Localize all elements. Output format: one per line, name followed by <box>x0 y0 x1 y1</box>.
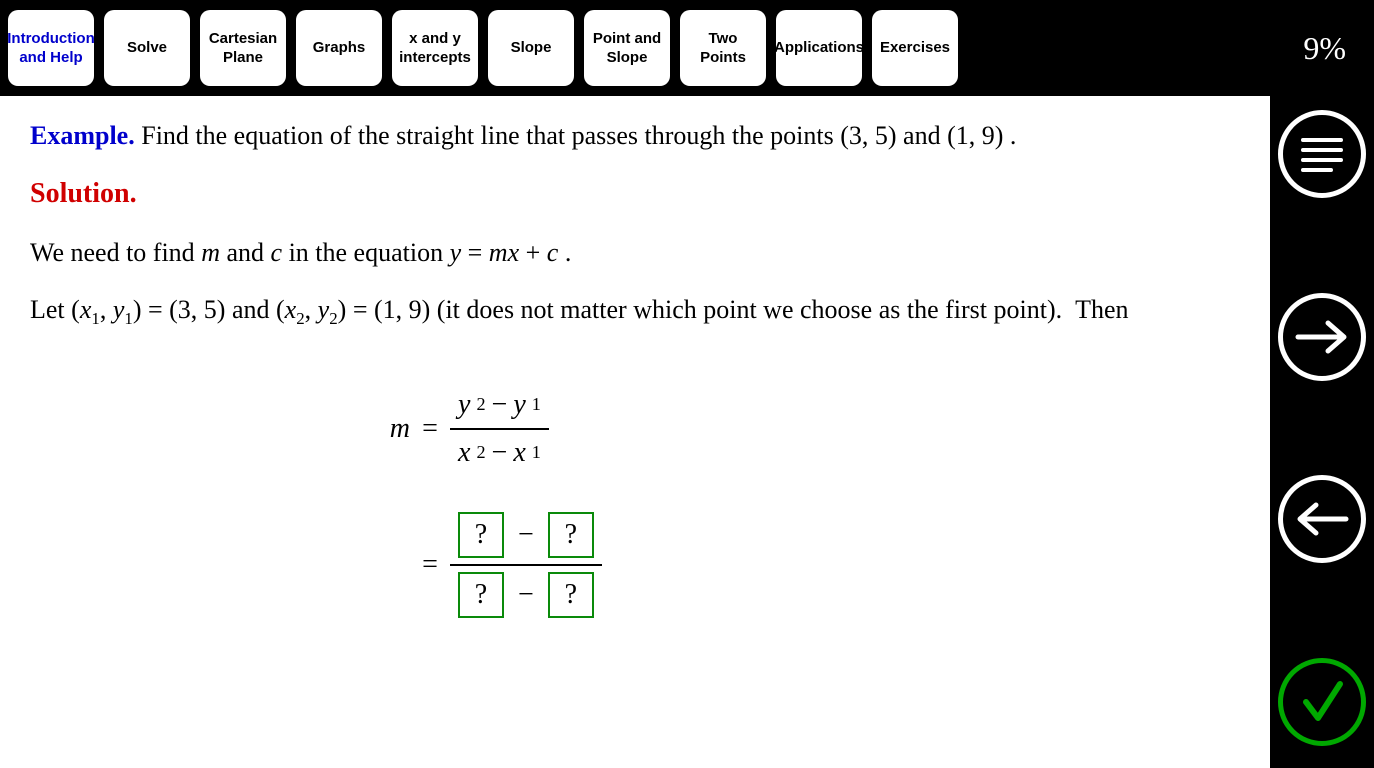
right-sidebar <box>1270 96 1374 768</box>
eq-c: c <box>547 238 559 267</box>
content-area: Example. Find the equation of the straig… <box>0 96 1270 768</box>
menu-icon <box>1297 134 1347 174</box>
variable-m: m <box>360 408 410 450</box>
solution-line-1: We need to find m and c in the equation … <box>30 233 1240 272</box>
back-button[interactable] <box>1278 475 1366 563</box>
text-fragment: We need to find <box>30 238 201 267</box>
tab-solve[interactable]: Solve <box>104 10 190 86</box>
example-text: Find the equation of the straight line t… <box>141 121 1016 150</box>
frac-den-x2: x <box>458 432 470 474</box>
minus-sign: − <box>492 432 508 474</box>
input-box-den-left[interactable]: ? <box>458 572 504 618</box>
next-button[interactable] <box>1278 293 1366 381</box>
tab-exercises[interactable]: Exercises <box>872 10 958 86</box>
sub: 1 <box>532 439 541 466</box>
eq-equals: = <box>461 238 489 267</box>
fraction-symbolic: y2 − y1 x2 − x1 <box>450 382 549 476</box>
text-fragment: in the equation <box>282 238 450 267</box>
minus-sign: − <box>518 514 534 556</box>
eq-plus: + <box>519 238 547 267</box>
arrow-left-icon <box>1294 499 1350 539</box>
eq-y: y <box>450 238 462 267</box>
eq-mx: mx <box>489 238 519 267</box>
minus-sign: − <box>518 574 534 616</box>
check-button[interactable] <box>1278 658 1366 746</box>
top-nav-bar: Introduction and Help Solve Cartesian Pl… <box>0 0 1374 96</box>
frac-num-y2: y <box>458 384 470 426</box>
tab-point-slope[interactable]: Point and Slope <box>584 10 670 86</box>
input-box-den-right[interactable]: ? <box>548 572 594 618</box>
minus-sign: − <box>492 384 508 426</box>
example-label: Example. <box>30 121 135 150</box>
text-fragment: and <box>220 238 271 267</box>
tab-introduction[interactable]: Introduction and Help <box>8 10 94 86</box>
equals-sign: = <box>410 408 450 450</box>
equation-row-2: = ? − ? ? − ? <box>360 506 1240 624</box>
menu-button[interactable] <box>1278 110 1366 198</box>
equals-sign: = <box>410 544 450 586</box>
sub: 2 <box>476 391 485 418</box>
example-paragraph: Example. Find the equation of the straig… <box>30 116 1240 155</box>
check-icon <box>1294 674 1350 730</box>
tab-cartesian-plane[interactable]: Cartesian Plane <box>200 10 286 86</box>
tab-xy-intercepts[interactable]: x and y intercepts <box>392 10 478 86</box>
frac-den-x1: x <box>513 432 525 474</box>
frac-num-y1: y <box>513 384 525 426</box>
fraction-input: ? − ? ? − ? <box>450 506 602 624</box>
sub: 1 <box>532 391 541 418</box>
progress-percent: 9% <box>1303 30 1346 67</box>
solution-label: Solution. <box>30 173 1240 215</box>
arrow-right-icon <box>1294 317 1350 357</box>
input-box-num-right[interactable]: ? <box>548 512 594 558</box>
tab-graphs[interactable]: Graphs <box>296 10 382 86</box>
sub: 2 <box>476 439 485 466</box>
tab-applications[interactable]: Applications <box>776 10 862 86</box>
equation-row-1: m = y2 − y1 x2 − x1 <box>360 382 1240 476</box>
tab-two-points[interactable]: Two Points <box>680 10 766 86</box>
equation-block: m = y2 − y1 x2 − x1 <box>360 382 1240 624</box>
tab-slope[interactable]: Slope <box>488 10 574 86</box>
solution-line-2: Let (x1, y1) = (3, 5) and (x2, y2) = (1,… <box>30 290 1240 332</box>
text-fragment: . <box>558 238 571 267</box>
input-box-num-left[interactable]: ? <box>458 512 504 558</box>
